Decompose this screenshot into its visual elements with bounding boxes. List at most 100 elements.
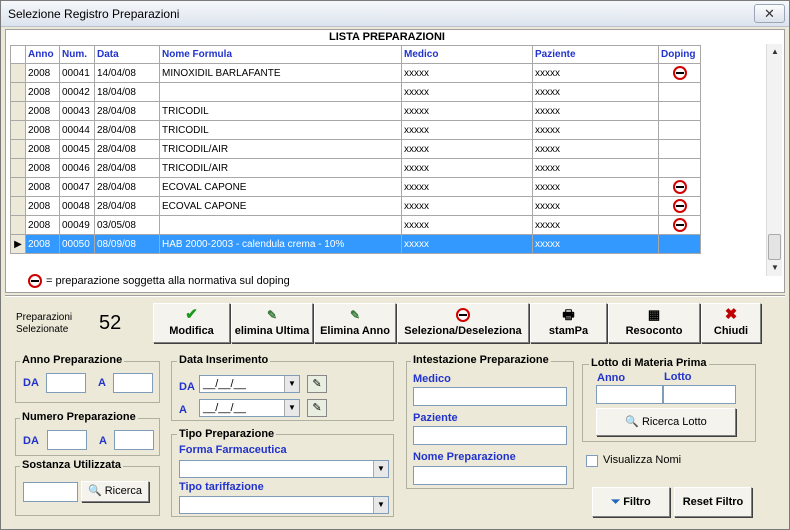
col-num[interactable]: Num. <box>59 45 95 64</box>
table-row[interactable]: 2008 00041 14/04/08 MINOXIDIL BARLAFANTE xxx… <box>10 63 701 83</box>
cell-doping <box>658 139 701 159</box>
data-da-picker[interactable]: __/__/__ ▼ <box>199 375 300 393</box>
chevron-down-icon[interactable]: ▼ <box>284 400 299 416</box>
cell-data: 28/04/08 <box>94 139 160 159</box>
nome-preparazione-label: Nome Preparazione <box>413 451 516 463</box>
col-paziente[interactable]: Paziente <box>532 45 659 64</box>
elimina-ultima-button[interactable]: ✎ elimina Ultima <box>231 303 313 343</box>
cell-medico: xxxxx <box>401 196 533 216</box>
modifica-label: Modifica <box>169 325 214 337</box>
preparations-table: Anno Num. Data Nome Formula Medico Pazie… <box>10 45 701 254</box>
row-indicator[interactable] <box>10 215 26 235</box>
col-anno[interactable]: Anno <box>25 45 60 64</box>
main-window: Selezione Registro Preparazioni ✕ LISTA … <box>0 0 790 530</box>
numero-a-label: A <box>99 435 107 447</box>
calendar-pick-icon[interactable]: ✎ <box>307 375 327 393</box>
resoconto-button[interactable]: ▦ Resoconto <box>608 303 700 343</box>
row-indicator[interactable] <box>10 177 26 197</box>
cell-medico: xxxxx <box>401 234 533 254</box>
cell-paziente: xxxxx <box>532 120 659 140</box>
col-doping[interactable]: Doping <box>658 45 701 64</box>
cell-data: 03/05/08 <box>94 215 160 235</box>
numero-da-input[interactable] <box>47 430 87 450</box>
row-indicator[interactable] <box>10 101 26 121</box>
reset-filtro-button[interactable]: Reset Filtro <box>674 487 752 517</box>
cell-anno: 2008 <box>25 82 60 102</box>
scroll-thumb[interactable] <box>768 234 781 260</box>
chevron-down-icon[interactable]: ▼ <box>284 376 299 392</box>
anno-da-input[interactable] <box>46 373 86 393</box>
data-a-label: A <box>179 404 187 416</box>
cell-anno: 2008 <box>25 215 60 235</box>
divider <box>5 295 785 297</box>
table-row[interactable]: 2008 00049 03/05/08 xxxxx xxxxx <box>10 215 701 235</box>
row-indicator[interactable] <box>10 82 26 102</box>
row-indicator[interactable] <box>10 63 26 83</box>
search-icon: 🔍 <box>87 485 102 497</box>
table-row[interactable]: 2008 00045 28/04/08 TRICODIL/AIR xxxxx xxxxx <box>10 139 701 159</box>
chevron-down-icon[interactable]: ▼ <box>373 497 388 513</box>
row-indicator[interactable] <box>10 196 26 216</box>
lotto-lotto-label: Lotto <box>664 371 692 383</box>
resoconto-label: Resoconto <box>625 325 683 337</box>
stampa-button[interactable]: 🖶 stamPa <box>530 303 607 343</box>
cell-data: 28/04/08 <box>94 196 160 216</box>
row-indicator[interactable] <box>10 139 26 159</box>
row-indicator[interactable]: ▶ <box>10 234 26 254</box>
data-a-picker[interactable]: __/__/__ ▼ <box>199 399 300 417</box>
table-row[interactable]: 2008 00047 28/04/08 ECOVAL CAPONE xxxxx xxxxx <box>10 177 701 197</box>
table-row[interactable]: 2008 00048 28/04/08 ECOVAL CAPONE xxxxx xxxxx <box>10 196 701 216</box>
elimina-anno-button[interactable]: ✎ Elimina Anno <box>314 303 396 343</box>
cell-nome-formula: TRICODIL <box>159 120 402 140</box>
chiudi-button[interactable]: ✖ Chiudi <box>701 303 761 343</box>
ricerca-lotto-button[interactable]: 🔍 Ricerca Lotto <box>596 408 736 436</box>
col-nome-formula[interactable]: Nome Formula <box>159 45 402 64</box>
table-row[interactable]: 2008 00043 28/04/08 TRICODIL xxxxx xxxxx <box>10 101 701 121</box>
col-data[interactable]: Data <box>94 45 160 64</box>
paziente-input[interactable] <box>413 426 567 445</box>
erase-icon: ✎ <box>266 308 278 322</box>
calendar-pick-icon[interactable]: ✎ <box>307 399 327 417</box>
scroll-down-icon[interactable]: ▼ <box>767 260 783 276</box>
col-medico[interactable]: Medico <box>401 45 533 64</box>
visualizza-nomi-checkbox[interactable] <box>586 455 598 467</box>
cell-data: 28/04/08 <box>94 101 160 121</box>
numero-a-input[interactable] <box>114 430 154 450</box>
cell-doping <box>658 177 701 197</box>
cell-medico: xxxxx <box>401 158 533 178</box>
table-row[interactable]: 2008 00044 28/04/08 TRICODIL xxxxx xxxxx <box>10 120 701 140</box>
cell-doping <box>658 63 701 83</box>
row-indicator[interactable] <box>10 158 26 178</box>
seleziona-button[interactable]: Seleziona/Deseleziona <box>397 303 529 343</box>
modifica-button[interactable]: ✔ Modifica <box>153 303 230 343</box>
lotto-lotto-input[interactable] <box>663 385 736 404</box>
row-indicator[interactable] <box>10 120 26 140</box>
cell-nome-formula: ECOVAL CAPONE <box>159 177 402 197</box>
table-row[interactable]: 2008 00046 28/04/08 TRICODIL/AIR xxxxx xxxxx <box>10 158 701 178</box>
cell-nome-formula: HAB 2000-2003 - calendula crema - 10% <box>159 234 402 254</box>
cell-anno: 2008 <box>25 177 60 197</box>
cell-medico: xxxxx <box>401 215 533 235</box>
medico-input[interactable] <box>413 387 567 406</box>
grid-scrollbar[interactable]: ▲ ▼ <box>766 44 782 276</box>
forma-select[interactable]: ▼ <box>179 460 389 478</box>
table-row[interactable]: 2008 00042 18/04/08 xxxxx xxxxx <box>10 82 701 102</box>
close-button[interactable]: ✕ <box>754 4 785 23</box>
cell-paziente: xxxxx <box>532 82 659 102</box>
filtro-button[interactable]: ⏷ Filtro <box>592 487 670 517</box>
header-indicator <box>10 45 26 64</box>
doping-legend: = preparazione soggetta alla normativa s… <box>28 274 290 288</box>
tariffazione-select[interactable]: ▼ <box>179 496 389 514</box>
anno-a-input[interactable] <box>113 373 153 393</box>
grid-caption: LISTA PREPARAZIONI <box>329 31 445 43</box>
table-row[interactable]: ▶ 2008 00050 08/09/08 HAB 2000-2003 - calend… <box>10 234 701 254</box>
sostanza-search-button[interactable]: 🔍 Ricerca <box>81 481 149 502</box>
cell-num: 00050 <box>59 234 95 254</box>
scroll-up-icon[interactable]: ▲ <box>767 44 783 60</box>
lotto-anno-input[interactable] <box>596 385 663 404</box>
chevron-down-icon[interactable]: ▼ <box>373 461 388 477</box>
sostanza-input[interactable] <box>23 482 78 502</box>
cell-paziente: xxxxx <box>532 215 659 235</box>
doping-icon <box>672 180 687 194</box>
nome-preparazione-input[interactable] <box>413 466 567 485</box>
